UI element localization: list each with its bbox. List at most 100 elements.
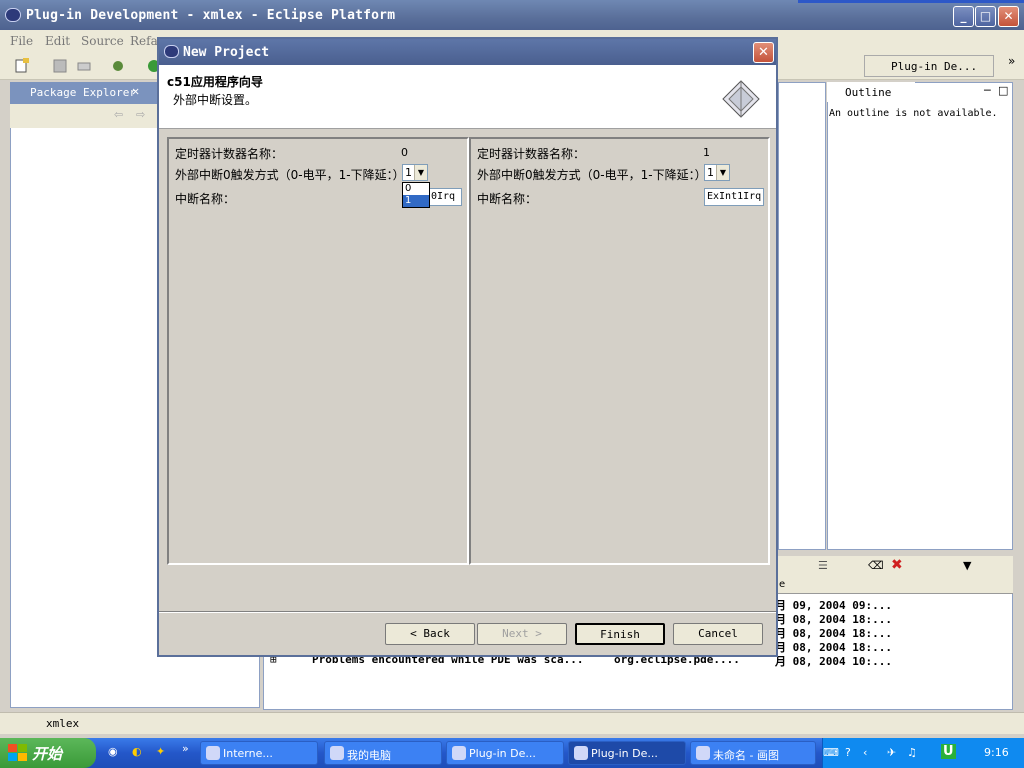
counter-value: 1	[703, 146, 710, 159]
debug-icon[interactable]	[110, 58, 126, 74]
clear-icon[interactable]: ⌫	[868, 559, 884, 572]
print-icon[interactable]	[76, 58, 92, 74]
eclipse-app-icon	[5, 8, 21, 22]
new-file-icon[interactable]	[14, 58, 30, 74]
close-tab-icon[interactable]: ✕	[132, 84, 139, 98]
eclipse-dialog-icon	[164, 45, 179, 58]
chevron-left-icon[interactable]: ‹	[863, 746, 867, 759]
volume-icon[interactable]: ♫	[907, 746, 917, 759]
windows-logo-icon	[8, 744, 27, 761]
clock: 9:16	[984, 746, 1009, 759]
editor-area	[778, 82, 826, 550]
quicklaunch-media-icon[interactable]: ◐	[132, 745, 142, 758]
interrupt-name-label: 中断名称：	[175, 192, 236, 206]
menu-refactor[interactable]: Refa	[130, 34, 158, 48]
filter-icon[interactable]: ☰	[818, 559, 828, 572]
task-internet-explorer[interactable]: Interne...	[200, 741, 318, 765]
dialog-title: New Project	[183, 45, 270, 60]
chevron-more-icon[interactable]: »	[1008, 54, 1015, 68]
tray-u-icon[interactable]: U	[941, 744, 956, 759]
taskbar: 开始 ◉ ◐ ✦ » Interne... 我的电脑 Plug-in De...…	[0, 738, 1024, 768]
keyboard-icon[interactable]: ⌨	[823, 746, 839, 759]
interrupt-name-input[interactable]: ExInt1Irq	[704, 188, 764, 206]
trigger-mode-value: 1	[707, 166, 714, 179]
start-label: 开始	[32, 745, 63, 763]
finish-button[interactable]: Finish	[575, 623, 665, 645]
package-explorer-tab[interactable]: Package Explorer ✕	[10, 82, 158, 104]
eclipse-icon	[574, 746, 588, 760]
dialog-close-button[interactable]: ✕	[753, 42, 774, 63]
counter-value: 0	[401, 146, 408, 159]
dropdown-option-1[interactable]: 1	[403, 195, 429, 207]
task-plugin-dev-1[interactable]: Plug-in De...	[446, 741, 564, 765]
status-text: xmlex	[46, 717, 80, 730]
wizard-heading: c51应用程序向导	[167, 75, 263, 89]
trigger-mode-select[interactable]: 1 ▼	[704, 164, 730, 181]
dialog-title-bar[interactable]: New Project ✕	[159, 39, 776, 65]
delete-icon[interactable]: ✖	[891, 557, 903, 573]
new-project-dialog: New Project ✕ c51应用程序向导 外部中断设置。 定时器计数器名称…	[157, 37, 778, 657]
back-button[interactable]: < Back	[385, 623, 475, 645]
task-label: Interne...	[223, 747, 273, 760]
problem-row-date[interactable]: 月 08, 2004 10:...	[775, 653, 892, 669]
button-separator	[159, 611, 776, 613]
wizard-description: 外部中断设置。	[173, 93, 258, 107]
trigger-label: 外部中断0触发方式（0-电平，1-下降延：）	[175, 168, 405, 182]
quicklaunch-ie-icon[interactable]: ◉	[108, 745, 118, 758]
forward-arrow-icon[interactable]: ⇨	[136, 108, 145, 121]
outline-tab-label: Outline	[845, 86, 892, 99]
help-icon[interactable]: ?	[845, 746, 851, 759]
task-label: 我的电脑	[347, 749, 391, 762]
dialog-banner: c51应用程序向导 外部中断设置。	[159, 65, 776, 129]
chevron-down-icon[interactable]: ▼	[716, 165, 729, 180]
window-title: Plug-in Development - xmlex - Eclipse Pl…	[26, 8, 396, 23]
chevron-down-icon[interactable]: ▼	[414, 165, 427, 180]
trigger-mode-value: 1	[405, 166, 412, 179]
date-column-header-label: e	[779, 579, 786, 590]
ie-icon	[206, 746, 220, 760]
menu-source[interactable]: Source	[81, 34, 124, 48]
date-column-header[interactable]: e	[778, 578, 1013, 594]
save-icon[interactable]	[52, 58, 68, 74]
maximize-button[interactable]: □	[975, 6, 996, 27]
outline-tab[interactable]: Outline	[827, 82, 915, 102]
trigger-mode-select[interactable]: 1 ▼	[402, 164, 428, 181]
maximize-view-icon[interactable]: □	[998, 84, 1008, 97]
close-window-button[interactable]: ✕	[998, 6, 1019, 27]
task-label: Plug-in De...	[469, 747, 536, 760]
paint-icon	[696, 746, 710, 760]
dropdown-option-0[interactable]: 0	[403, 183, 429, 195]
task-label: 未命名 - 画图	[713, 749, 779, 762]
start-button[interactable]: 开始	[0, 738, 96, 768]
menu-edit[interactable]: Edit	[45, 34, 70, 48]
task-paint[interactable]: 未命名 - 画图	[690, 741, 816, 765]
trigger-mode-dropdown-list[interactable]: 0 1	[402, 182, 430, 208]
task-plugin-dev-2[interactable]: Plug-in De...	[568, 741, 686, 765]
quicklaunch-fish-icon[interactable]: ✦	[156, 745, 165, 758]
perspective-button[interactable]: Plug-in De...	[864, 55, 994, 77]
menu-file[interactable]: File	[10, 34, 33, 48]
task-my-computer[interactable]: 我的电脑	[324, 741, 442, 765]
trigger-label: 外部中断0触发方式（0-电平，1-下降延：）	[477, 168, 707, 182]
counter-label: 定时器计数器名称：	[175, 147, 284, 161]
interrupt-name-label: 中断名称：	[477, 192, 538, 206]
network-icon[interactable]: ✈	[887, 746, 896, 759]
computer-icon	[330, 746, 344, 760]
task-label: Plug-in De...	[591, 747, 658, 760]
cancel-button[interactable]: Cancel	[673, 623, 763, 645]
perspective-label: Plug-in De...	[891, 60, 978, 73]
outline-view	[827, 82, 1013, 550]
wizard-banner-icon	[722, 80, 760, 118]
eclipse-icon	[452, 746, 466, 760]
back-arrow-icon[interactable]: ⇦	[114, 108, 123, 121]
view-menu-icon[interactable]: ▼	[963, 559, 971, 572]
main-window-title-bar[interactable]: Plug-in Development - xmlex - Eclipse Pl…	[0, 0, 1024, 30]
outline-message: An outline is not available.	[829, 108, 998, 119]
package-explorer-tab-label: Package Explorer	[30, 86, 136, 99]
next-button[interactable]: Next >	[477, 623, 567, 645]
title-strip	[798, 0, 1024, 3]
minimize-view-icon[interactable]: ─	[984, 84, 991, 97]
chevron-more-icon[interactable]: »	[182, 742, 189, 755]
minimize-button[interactable]: _	[953, 6, 974, 27]
status-bar: xmlex	[0, 712, 1024, 734]
